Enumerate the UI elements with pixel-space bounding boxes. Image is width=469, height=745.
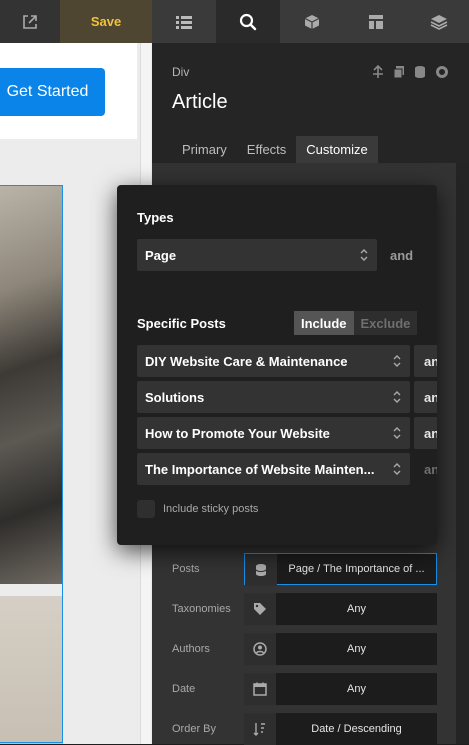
panel-header: Div Article Primary Effects Customize [152, 43, 469, 163]
top-toolbar: Save [0, 0, 469, 43]
calendar-icon [244, 673, 276, 705]
chevron-updown-icon [393, 463, 401, 475]
date-control[interactable]: Any [244, 673, 437, 705]
type-and-label: and [390, 248, 414, 263]
duplicate-icon[interactable] [393, 65, 405, 79]
query-popover: Types Page and Specific Posts Include Ex… [117, 185, 437, 545]
post-select-3[interactable]: How to Promote Your Website [137, 417, 410, 449]
post-title-1: DIY Website Care & Maintenance [145, 353, 348, 369]
chevron-updown-icon [360, 249, 368, 261]
save-block-icon[interactable] [414, 65, 426, 79]
post-and-2[interactable]: an [414, 381, 437, 413]
header-actions [372, 65, 449, 79]
sticky-posts-label[interactable]: Include sticky posts [163, 503, 258, 515]
templates-button[interactable] [344, 0, 408, 43]
order-by-label: Order By [172, 723, 217, 735]
tab-customize[interactable]: Customize [296, 136, 378, 163]
posts-query-control[interactable]: Page / The Importance of ... [244, 553, 437, 586]
sticky-posts-checkbox[interactable] [137, 500, 155, 518]
get-started-button[interactable]: Get Started [0, 68, 105, 116]
selected-element-outline [0, 185, 63, 743]
page-header-section: Get Started [0, 43, 137, 139]
structure-button[interactable] [152, 0, 216, 43]
layout-icon [369, 14, 383, 29]
date-label: Date [172, 683, 196, 695]
search-button[interactable] [216, 0, 280, 43]
chevron-updown-icon [393, 427, 401, 439]
list-icon [176, 15, 192, 29]
post-and-1[interactable]: an [414, 345, 437, 377]
taxonomies-value: Any [347, 603, 366, 615]
element-type: Div [172, 65, 190, 79]
tab-primary[interactable]: Primary [172, 136, 237, 163]
include-exclude-toggle: Include Exclude [294, 311, 418, 335]
order-by-value: Date / Descending [311, 723, 402, 735]
element-name[interactable]: Article [172, 91, 228, 114]
move-parent-icon[interactable] [372, 65, 384, 79]
taxonomies-control[interactable]: Any [244, 593, 437, 625]
post-and-4[interactable]: an [414, 453, 437, 485]
post-title-4: The Importance of Website Mainten... [145, 461, 375, 477]
search-icon [239, 13, 257, 30]
include-button[interactable]: Include [294, 311, 354, 335]
layers-icon [430, 14, 447, 30]
open-external-button[interactable] [0, 0, 60, 43]
save-button[interactable]: Save [60, 0, 152, 43]
post-type-select[interactable]: Page [137, 239, 377, 271]
panel-scrollbar[interactable] [456, 163, 469, 744]
chevron-updown-icon [393, 391, 401, 403]
panel-tabs: Primary Effects Customize [172, 136, 378, 163]
authors-control[interactable]: Any [244, 633, 437, 665]
layers-button[interactable] [408, 0, 469, 43]
exclude-button[interactable]: Exclude [353, 311, 418, 335]
authors-value: Any [347, 643, 366, 655]
taxonomies-label: Taxonomies [172, 603, 231, 615]
specific-posts-heading: Specific Posts [137, 316, 226, 331]
external-link-icon [23, 14, 37, 29]
post-select-4[interactable]: The Importance of Website Mainten... [137, 453, 410, 485]
types-heading: Types [137, 210, 174, 225]
post-select-2[interactable]: Solutions [137, 381, 410, 413]
user-circle-icon [244, 633, 276, 665]
order-by-control[interactable]: Date / Descending [244, 713, 437, 745]
tab-effects[interactable]: Effects [237, 136, 297, 163]
settings-icon[interactable] [435, 65, 449, 79]
post-title-3: How to Promote Your Website [145, 425, 330, 441]
posts-value: Page / The Importance of ... [288, 563, 425, 575]
components-button[interactable] [280, 0, 344, 43]
chevron-updown-icon [393, 355, 401, 367]
post-and-3[interactable]: an [414, 417, 437, 449]
tag-icon [244, 593, 276, 625]
date-value: Any [347, 683, 366, 695]
sort-icon [244, 713, 276, 745]
post-type-value: Page [145, 247, 177, 263]
authors-label: Authors [172, 643, 210, 655]
post-title-2: Solutions [145, 389, 205, 405]
post-select-1[interactable]: DIY Website Care & Maintenance [137, 345, 410, 377]
cube-icon [304, 14, 320, 29]
posts-label: Posts [172, 563, 200, 575]
database-icon [245, 554, 277, 586]
